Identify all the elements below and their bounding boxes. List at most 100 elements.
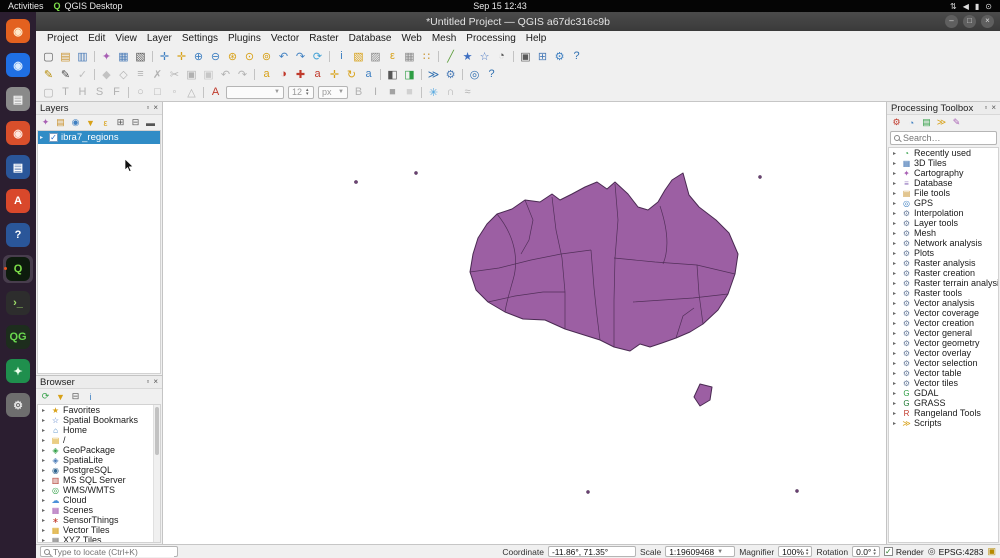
panel-close-button[interactable]: × bbox=[991, 104, 996, 112]
processing-group[interactable]: ▸ ⚙ Raster creation bbox=[889, 268, 998, 278]
volume-icon[interactable]: ◀ bbox=[963, 2, 969, 11]
add-feature-icon[interactable]: ◆ bbox=[98, 67, 115, 82]
processing-group[interactable]: ▸ ⚙ Vector selection bbox=[889, 358, 998, 368]
ellipse-digitize-icon[interactable]: ◦ bbox=[166, 85, 183, 100]
activities-button[interactable]: Activities bbox=[8, 1, 44, 11]
processing-model-icon[interactable]: ⚙ bbox=[890, 116, 903, 129]
processing-group[interactable]: ▸ ⚙ Interpolation bbox=[889, 208, 998, 218]
pan-map-icon[interactable]: ✛ bbox=[156, 49, 173, 64]
panel-float-button[interactable]: ▫ bbox=[146, 104, 149, 112]
processing-results-icon[interactable]: ▤ bbox=[920, 116, 933, 129]
chevron-right-icon[interactable]: ▸ bbox=[42, 407, 48, 414]
layer-visibility-checkbox[interactable]: ✓ bbox=[49, 133, 58, 142]
coordinate-input[interactable] bbox=[548, 546, 636, 557]
processing-group[interactable]: ▸ ◔ Recently used bbox=[889, 148, 998, 158]
processing-group[interactable]: ▸ ▦ 3D Tiles bbox=[889, 158, 998, 168]
dock-files[interactable]: ▤ bbox=[3, 85, 33, 113]
menu-item[interactable]: Project bbox=[42, 33, 83, 44]
dock-libreoffice-writer[interactable]: ▤ bbox=[3, 153, 33, 181]
snapping-icon[interactable]: ∩ bbox=[442, 85, 459, 100]
system-tray[interactable]: ⇅◀▮⊙ bbox=[950, 2, 992, 11]
font-size-field[interactable]: 12▴▾ bbox=[288, 86, 314, 99]
menu-item[interactable]: Layer bbox=[142, 33, 177, 44]
processing-group[interactable]: ▸ ⚙ Raster tools bbox=[889, 288, 998, 298]
dock-terminal[interactable]: ›_ bbox=[3, 289, 33, 317]
chevron-right-icon[interactable]: ▸ bbox=[893, 210, 899, 217]
processing-group[interactable]: ▸ R Rangeland Tools bbox=[889, 408, 998, 418]
processing-script-icon[interactable]: ≫ bbox=[935, 116, 948, 129]
processing-edit-in-place-icon[interactable]: ✎ bbox=[950, 116, 963, 129]
open-project-icon[interactable]: ▤ bbox=[57, 49, 74, 64]
filter-legend-icon[interactable]: ▼ bbox=[84, 116, 97, 129]
font-italic-icon[interactable]: I bbox=[367, 85, 384, 100]
processing-group[interactable]: ▸ ⚙ Vector geometry bbox=[889, 338, 998, 348]
panel-float-button[interactable]: ▫ bbox=[984, 104, 987, 112]
chevron-right-icon[interactable]: ▸ bbox=[893, 240, 899, 247]
chevron-right-icon[interactable]: ▸ bbox=[893, 220, 899, 227]
chevron-right-icon[interactable]: ▸ bbox=[893, 320, 899, 327]
browser-item-scenes[interactable]: ▸ ▦ Scenes bbox=[38, 505, 153, 515]
map-theme-icon[interactable]: ◨ bbox=[401, 67, 418, 82]
open-layer-styling-icon[interactable]: ✦ bbox=[39, 116, 52, 129]
maximize-button[interactable]: □ bbox=[963, 15, 976, 28]
browser-filter-icon[interactable]: ▼ bbox=[54, 390, 67, 403]
menu-item[interactable]: Edit bbox=[83, 33, 110, 44]
chevron-right-icon[interactable]: ▸ bbox=[42, 427, 48, 434]
processing-group[interactable]: ▸ ⚙ Vector table bbox=[889, 368, 998, 378]
processing-group[interactable]: ▸ ✦ Cartography bbox=[889, 168, 998, 178]
browser-scrollbar[interactable] bbox=[153, 405, 160, 542]
browser-refresh-icon[interactable]: ⟳ bbox=[39, 390, 52, 403]
rotation-spinbox[interactable]: 0.0°▴▾ bbox=[852, 546, 880, 557]
dock-settings[interactable]: ⚙ bbox=[3, 391, 33, 419]
remove-layer-icon[interactable]: ▬ bbox=[144, 116, 157, 129]
processing-search-input[interactable] bbox=[903, 133, 993, 143]
preview-mode-icon[interactable]: ◧ bbox=[384, 67, 401, 82]
font-bold-icon[interactable]: B bbox=[350, 85, 367, 100]
browser-item-spatialite[interactable]: ▸ ◈ SpatiaLite bbox=[38, 455, 153, 465]
messages-icon[interactable]: ▣ bbox=[987, 546, 996, 557]
clock[interactable]: Sep 15 12:43 bbox=[473, 1, 527, 11]
chevron-right-icon[interactable]: ▸ bbox=[893, 200, 899, 207]
magnifier-spinbox[interactable]: 100%▴▾ bbox=[778, 546, 812, 557]
layout-manager-icon[interactable]: ▧ bbox=[132, 49, 149, 64]
collapse-all-icon[interactable]: ⊟ bbox=[129, 116, 142, 129]
processing-group[interactable]: ▸ ⚙ Plots bbox=[889, 248, 998, 258]
processing-group[interactable]: ▸ ⚙ Vector creation bbox=[889, 318, 998, 328]
chevron-right-icon[interactable]: ▸ bbox=[893, 150, 899, 157]
new-project-icon[interactable]: ▢ bbox=[40, 49, 57, 64]
python-console-icon[interactable]: ≫ bbox=[425, 67, 442, 82]
new-bookmark-icon[interactable]: ★ bbox=[459, 49, 476, 64]
zoom-in-icon[interactable]: ⊕ bbox=[190, 49, 207, 64]
html-annotation-icon[interactable]: H bbox=[74, 85, 91, 100]
layer-labeling-icon[interactable]: a bbox=[258, 67, 275, 82]
font-units-combo[interactable]: px▼ bbox=[318, 86, 348, 99]
text-color-icon[interactable]: A bbox=[207, 85, 224, 100]
vertex-tool-icon[interactable]: ◇ bbox=[115, 67, 132, 82]
save-project-icon[interactable]: ▥ bbox=[74, 49, 91, 64]
panel-close-button[interactable]: × bbox=[153, 378, 158, 386]
dock-software[interactable]: A bbox=[3, 187, 33, 215]
trace-icon[interactable]: ≈ bbox=[459, 85, 476, 100]
chevron-right-icon[interactable]: ▸ bbox=[893, 410, 899, 417]
processing-search-box[interactable] bbox=[890, 131, 997, 145]
osm-place-search-icon[interactable]: ◎ bbox=[466, 67, 483, 82]
stepper-arrows[interactable]: ▴▾ bbox=[806, 548, 809, 556]
browser-item-vector-tiles[interactable]: ▸ ▦ Vector Tiles bbox=[38, 525, 153, 535]
chevron-right-icon[interactable]: ▸ bbox=[893, 390, 899, 397]
chevron-right-icon[interactable]: ▸ bbox=[42, 517, 48, 524]
pan-to-selection-icon[interactable]: ✛ bbox=[173, 49, 190, 64]
zoom-full-icon[interactable]: ⊛ bbox=[224, 49, 241, 64]
browser-item-postgresql[interactable]: ▸ ◉ PostgreSQL bbox=[38, 465, 153, 475]
rotate-label-icon[interactable]: ↻ bbox=[343, 67, 360, 82]
delete-selected-icon[interactable]: ✗ bbox=[149, 67, 166, 82]
cut-features-icon[interactable]: ✂ bbox=[166, 67, 183, 82]
plugin-manager-icon[interactable]: ⚙ bbox=[442, 67, 459, 82]
layers-tree[interactable]: ▸ ✓ ibra7_regions bbox=[37, 130, 161, 374]
current-edits-icon[interactable]: ✎ bbox=[40, 67, 57, 82]
render-checkbox[interactable]: ✓ bbox=[884, 547, 893, 556]
change-label-icon[interactable]: a bbox=[360, 67, 377, 82]
circle-digitize-icon[interactable]: ○ bbox=[132, 85, 149, 100]
chevron-right-icon[interactable]: ▸ bbox=[893, 160, 899, 167]
help-contents-icon[interactable]: ? bbox=[483, 67, 500, 82]
locator-input[interactable] bbox=[53, 547, 174, 557]
